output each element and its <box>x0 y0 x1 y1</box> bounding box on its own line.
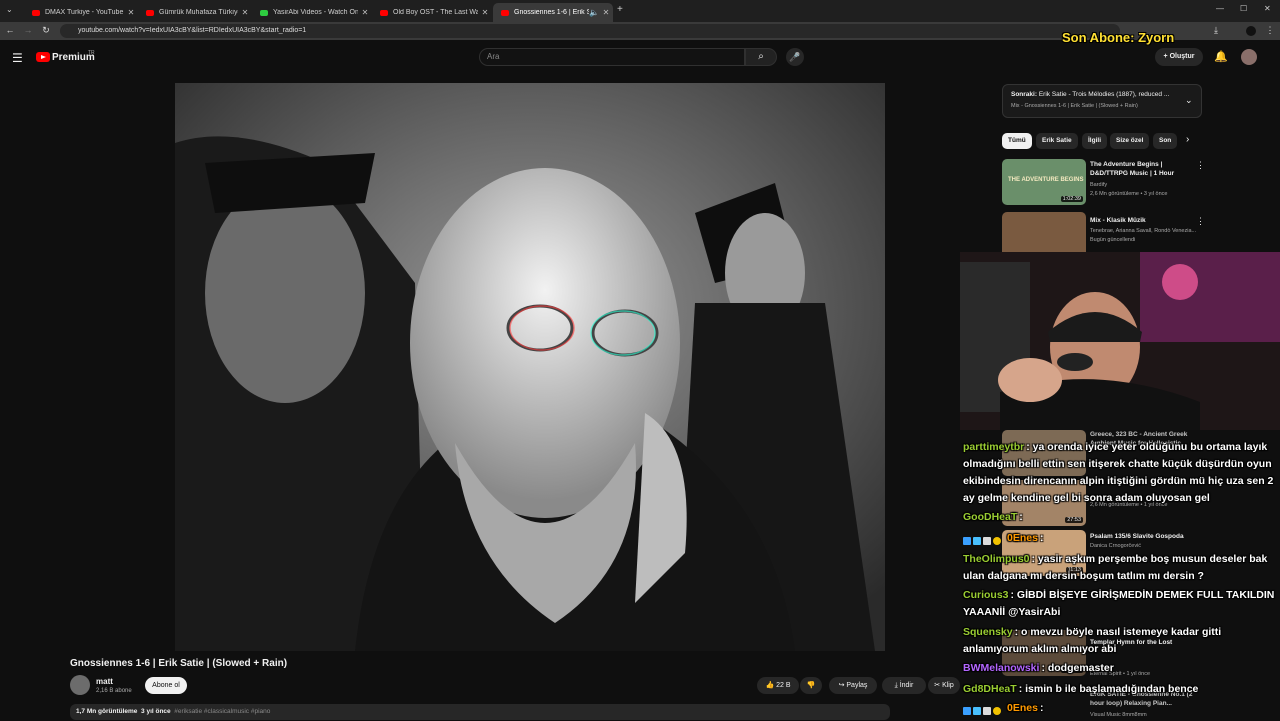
video-frame-image <box>175 83 885 651</box>
dislike-button[interactable]: 👎 <box>800 677 822 694</box>
create-button[interactable]: + Oluştur <box>1155 48 1203 66</box>
search-icon: ⌕ <box>758 51 764 62</box>
chat-message: Gd8DHeaT: ismin b ile başlamadığından be… <box>963 683 1199 695</box>
chat-message: TheOlimpus0: yasir aşkım perşembe boş mu… <box>963 553 1268 582</box>
youtube-icon <box>380 9 388 16</box>
browser-tab[interactable]: DMAX Turkiye - YouTube ✕ <box>24 3 138 22</box>
window-close-icon[interactable]: ✕ <box>1264 4 1271 13</box>
recommendation-title[interactable]: Mix - Klasik Müzik <box>1090 216 1200 225</box>
youtube-logo-icon[interactable] <box>36 52 50 62</box>
hamburger-menu-icon[interactable]: ☰ <box>12 51 23 65</box>
webcam-image <box>960 252 1280 430</box>
download-button[interactable]: ⤓ İndir <box>882 677 926 694</box>
channel-avatar[interactable] <box>70 675 90 695</box>
chat-badges-icon <box>963 534 1007 545</box>
tab-list-icon[interactable]: ⌄ <box>6 5 13 14</box>
browser-tab[interactable]: YasirAbi Videos - Watch On-De✕ <box>252 3 372 22</box>
share-button[interactable]: ↪ Paylaş <box>829 677 877 694</box>
close-icon[interactable]: ✕ <box>238 8 252 17</box>
region-code: TR <box>88 50 95 56</box>
chip-for-you[interactable]: Size özel <box>1110 133 1150 149</box>
youtube-icon <box>32 9 40 16</box>
minimize-icon[interactable]: — <box>1216 4 1224 13</box>
reload-icon[interactable]: ↻ <box>40 25 52 36</box>
close-icon[interactable]: ✕ <box>124 8 138 17</box>
recommendation-meta: Bugün güncellendi <box>1090 237 1136 243</box>
search-input[interactable]: Ara <box>479 48 745 66</box>
browser-tab[interactable]: Old Boy OST - The Last Waltz -✕ <box>372 3 492 22</box>
recommendation-thumbnail[interactable]: THE ADVENTURE BEGINS 1:02:39 <box>1002 159 1086 205</box>
recommendation-channel: Bardify <box>1090 182 1108 188</box>
description-box[interactable]: 1,7 Mn görüntüleme 3 yıl önce #eriksatie… <box>70 704 890 720</box>
clip-button[interactable]: ✂ Klip <box>928 677 960 694</box>
profile-icon[interactable] <box>1246 26 1256 36</box>
recommendation-title[interactable]: The Adventure Begins | D&D/TTRPG Music |… <box>1090 160 1200 178</box>
up-next-panel[interactable]: Sonraki: Erik Satie - Trois Mélodies (18… <box>1002 84 1202 118</box>
channel-name[interactable]: matt <box>96 677 113 686</box>
close-icon[interactable]: ✕ <box>358 8 372 17</box>
more-options-icon[interactable]: ⋮ <box>1196 216 1205 227</box>
browser-tab[interactable]: Gümrük Muhafaza Türkiye 10. S✕ <box>138 3 252 22</box>
chip-related[interactable]: İlgili <box>1082 133 1107 149</box>
stream-chat-overlay: parttimeytbr: ya orenda iyice yeter oldu… <box>960 436 1280 720</box>
url-field[interactable]: youtube.com/watch?v=IedxUIA3cBY&list=RDI… <box>60 24 1120 38</box>
close-icon[interactable]: ✕ <box>599 8 613 17</box>
like-button[interactable]: 👍 22 B <box>757 677 799 694</box>
mic-icon[interactable]: 🎤 <box>786 48 804 66</box>
video-title: Gnossiennes 1-6 | Erik Satie | (Slowed +… <box>70 658 288 669</box>
chat-message: Curious3: GİBDİ BİŞEYE GİRİŞMEDİN DEMEK … <box>963 589 1275 618</box>
menu-dots-icon[interactable]: ⋮ <box>1264 25 1276 36</box>
bell-icon[interactable]: 🔔 <box>1214 50 1228 63</box>
chat-message: 0Enes: <box>963 700 1277 717</box>
chip-all[interactable]: Tümü <box>1002 133 1032 149</box>
chat-badges-icon <box>963 704 1007 715</box>
thumbs-down-icon: 👎 <box>806 682 816 689</box>
chevron-right-icon[interactable]: › <box>1186 134 1189 145</box>
speaker-icon[interactable]: 🔈 <box>589 8 599 17</box>
browser-tab-bar: ⌄ DMAX Turkiye - YouTube ✕ Gümrük Muhafaz… <box>0 0 1280 22</box>
more-options-icon[interactable]: ⋮ <box>1196 160 1205 171</box>
recommendation-meta: 2,6 Mn görüntüleme • 3 yıl önce <box>1090 191 1168 197</box>
back-icon[interactable]: ← <box>4 25 16 35</box>
last-subscriber-overlay: Son Abone: Zyorn <box>1062 30 1175 45</box>
download-icon[interactable]: ⤓ <box>1210 25 1222 36</box>
new-tab-icon[interactable]: + <box>617 4 623 15</box>
chip-erik-satie[interactable]: Erik Satie <box>1036 133 1078 149</box>
webcam-overlay <box>960 252 1280 430</box>
chat-message: GooDHeaT: <box>963 511 1023 523</box>
chevron-down-icon[interactable]: ⌄ <box>1185 95 1193 106</box>
search-button[interactable]: ⌕ <box>745 48 777 66</box>
thumbs-up-icon: 👍 <box>765 682 777 689</box>
forward-icon[interactable]: → <box>22 25 34 35</box>
kick-icon <box>260 9 268 16</box>
recommendation-channel: Tenebrae, Arianna Savall, Rondò Venezia.… <box>1090 228 1197 234</box>
chip-recent[interactable]: Son <box>1153 133 1178 149</box>
account-avatar[interactable] <box>1241 49 1257 65</box>
chat-message: BWMelanowski: dodgemaster <box>963 662 1114 674</box>
scissors-icon: ✂ <box>934 682 943 689</box>
maximize-icon[interactable]: ☐ <box>1240 4 1247 13</box>
video-player[interactable] <box>175 83 885 651</box>
chat-message: 0Enes: <box>963 530 1277 547</box>
browser-tab-active[interactable]: Gnossiennes 1-6 | Erik Satie🔈✕ <box>493 3 613 22</box>
chat-message: parttimeytbr: ya orenda iyice yeter oldu… <box>963 441 1274 504</box>
chat-message: Squensky: o mevzu böyle nasıl istemeye k… <box>963 626 1222 655</box>
youtube-icon <box>146 9 154 16</box>
subscribe-button[interactable]: Abone ol <box>145 677 187 694</box>
subscriber-count: 2,16 B abone <box>96 688 132 694</box>
close-icon[interactable]: ✕ <box>478 8 492 17</box>
youtube-icon <box>501 9 509 16</box>
